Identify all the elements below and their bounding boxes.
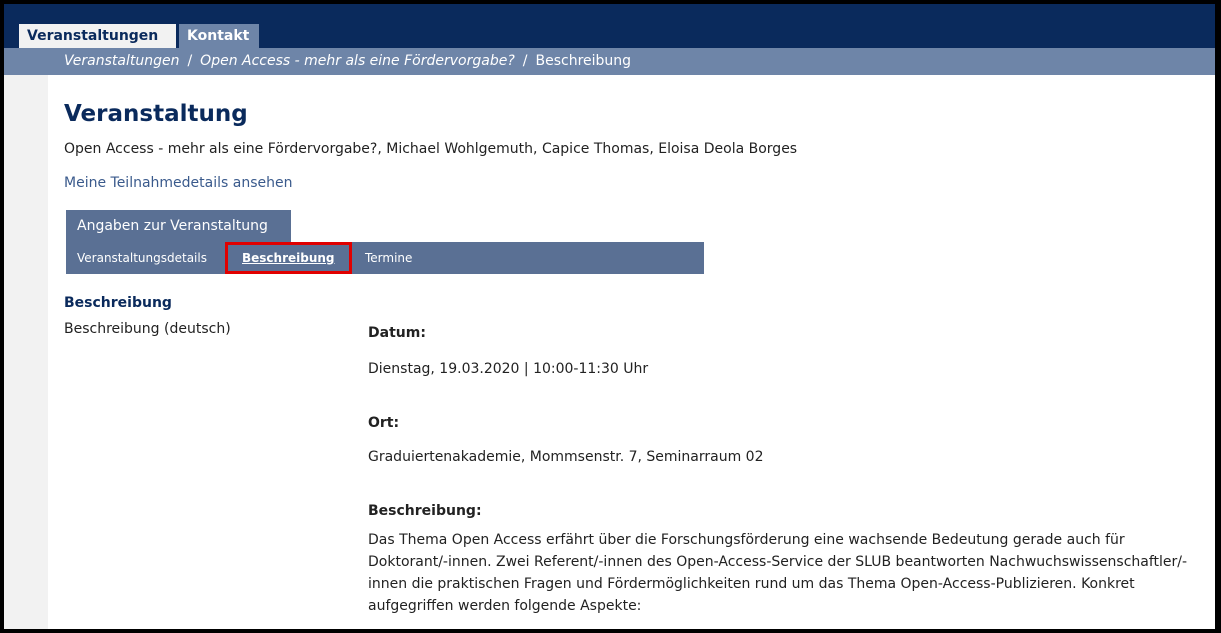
description-label: Beschreibung: [368,503,482,519]
date-value: Dienstag, 19.03.2020 | 10:00-11:30 Uhr [368,361,649,377]
description-text: Das Thema Open Access erfährt über die F… [368,532,1188,614]
breadcrumb-link-event[interactable]: Open Access - mehr als eine Fördervorgab… [200,53,515,69]
breadcrumb-separator: / [187,53,193,69]
date-label: Datum: [368,325,426,341]
section-tab-event-info[interactable]: Angaben zur Veranstaltung [66,210,291,242]
page-title: Veranstaltung [64,101,248,127]
subnav-item-details[interactable]: Veranstaltungsdetails [77,242,207,274]
page-frame: Veranstaltungen Kontakt Veranstaltungen /… [4,4,1215,629]
breadcrumb: Veranstaltungen / Open Access - mehr als e… [4,48,1215,75]
participation-details-link[interactable]: Meine Teilnahmedetails ansehen [64,175,292,191]
breadcrumb-trail: Veranstaltungen / Open Access - mehr als e… [64,48,631,75]
breadcrumb-separator: / [522,53,528,69]
sub-navigation: Veranstaltungsdetails Beschreibung Termi… [66,242,704,274]
tab-kontakt[interactable]: Kontakt [179,24,259,48]
main-content: Veranstaltung Open Access - mehr als ein… [48,75,1215,629]
description-language-label: Beschreibung (deutsch) [64,321,231,337]
place-value: Graduiertenakademie, Mommsenstr. 7, Semi… [368,449,764,465]
breadcrumb-current: Beschreibung [535,53,632,69]
top-nav-bar: Veranstaltungen Kontakt [4,4,1215,48]
subnav-item-termine[interactable]: Termine [365,242,412,274]
highlight-box [225,242,352,274]
tab-veranstaltungen[interactable]: Veranstaltungen [19,24,176,48]
description-heading: Beschreibung [64,295,172,311]
place-label: Ort: [368,415,400,431]
breadcrumb-link-veranstaltungen[interactable]: Veranstaltungen [64,53,179,69]
event-subtitle: Open Access - mehr als eine Fördervorgab… [64,141,798,157]
